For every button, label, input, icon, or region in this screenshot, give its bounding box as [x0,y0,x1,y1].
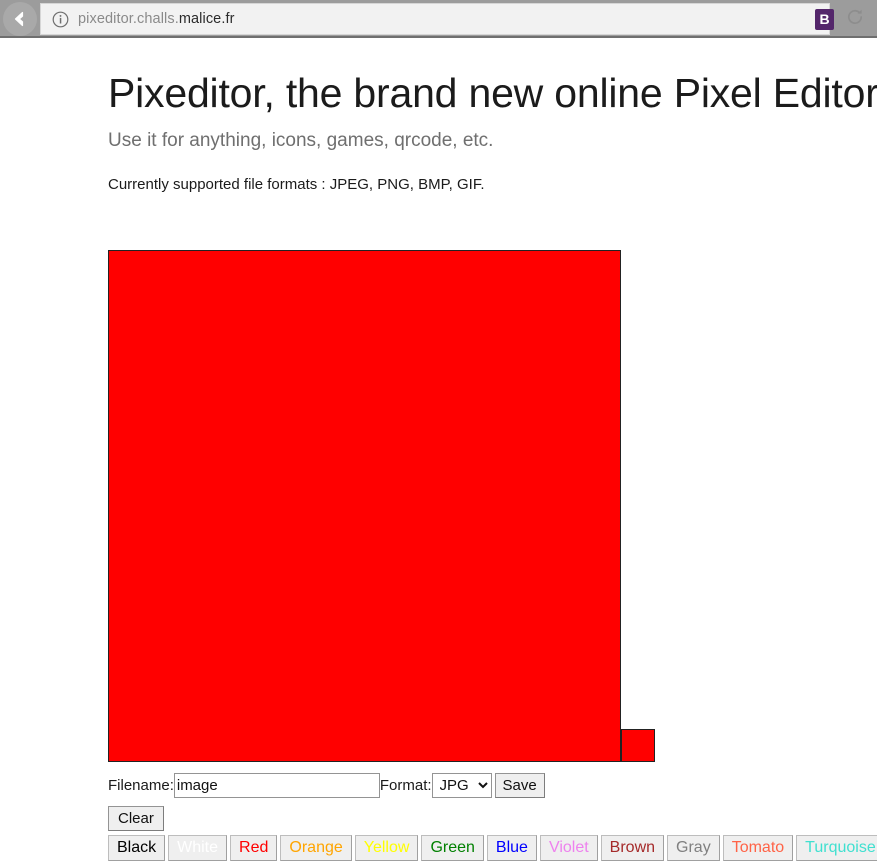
save-controls-row: Filename: Format: JPGPNGBMPGIF Save [108,772,545,798]
page-title: Pixeditor, the brand new online Pixel Ed… [108,70,877,116]
color-button-brown[interactable]: Brown [600,835,665,861]
color-button-red[interactable]: Red [230,835,278,861]
color-button-yellow[interactable]: Yellow [354,835,419,861]
pixel-canvas[interactable] [108,250,621,762]
format-label: Format: [379,776,432,794]
browser-toolbar: pixeditor.challs.malice.fr B [0,0,877,38]
save-button[interactable]: Save [494,772,545,798]
color-button-gray[interactable]: Gray [667,835,720,861]
supported-formats-text: Currently supported file formats : JPEG,… [108,176,485,193]
color-button-orange[interactable]: Orange [280,835,352,861]
address-bar[interactable]: pixeditor.challs.malice.fr [40,3,830,35]
filename-input[interactable] [173,772,380,798]
color-button-black[interactable]: Black [108,835,166,861]
clear-button[interactable]: Clear [108,806,164,831]
clear-controls-row: Clear [108,806,164,831]
current-color-preview [621,729,655,762]
address-bar-text: pixeditor.challs.malice.fr [78,11,235,27]
color-button-tomato[interactable]: Tomato [722,835,794,861]
color-button-white[interactable]: White [168,835,228,861]
reload-icon [845,7,865,32]
info-circle-icon[interactable] [52,11,69,28]
color-button-blue[interactable]: Blue [486,835,537,861]
color-palette: Black White Red Orange Yellow Green Blue Violet… [108,835,877,861]
color-button-turquoise[interactable]: Turquoise [796,835,877,861]
url-prefix: pixeditor.challs. [78,11,179,27]
extension-badge-icon[interactable]: B [815,8,834,30]
format-select[interactable]: JPGPNGBMPGIF [431,772,492,798]
color-button-violet[interactable]: Violet [539,835,598,861]
page-content: Pixeditor, the brand new online Pixel Ed… [0,38,877,861]
filename-label: Filename: [108,776,174,794]
back-button[interactable] [3,2,37,36]
url-domain: malice.fr [178,11,235,27]
page-subtitle: Use it for anything, icons, games, qrcod… [108,130,494,151]
color-button-green[interactable]: Green [421,835,484,861]
toolbar-right-actions: B [815,3,866,35]
back-arrow-icon [9,8,31,30]
reload-button[interactable] [844,8,866,30]
